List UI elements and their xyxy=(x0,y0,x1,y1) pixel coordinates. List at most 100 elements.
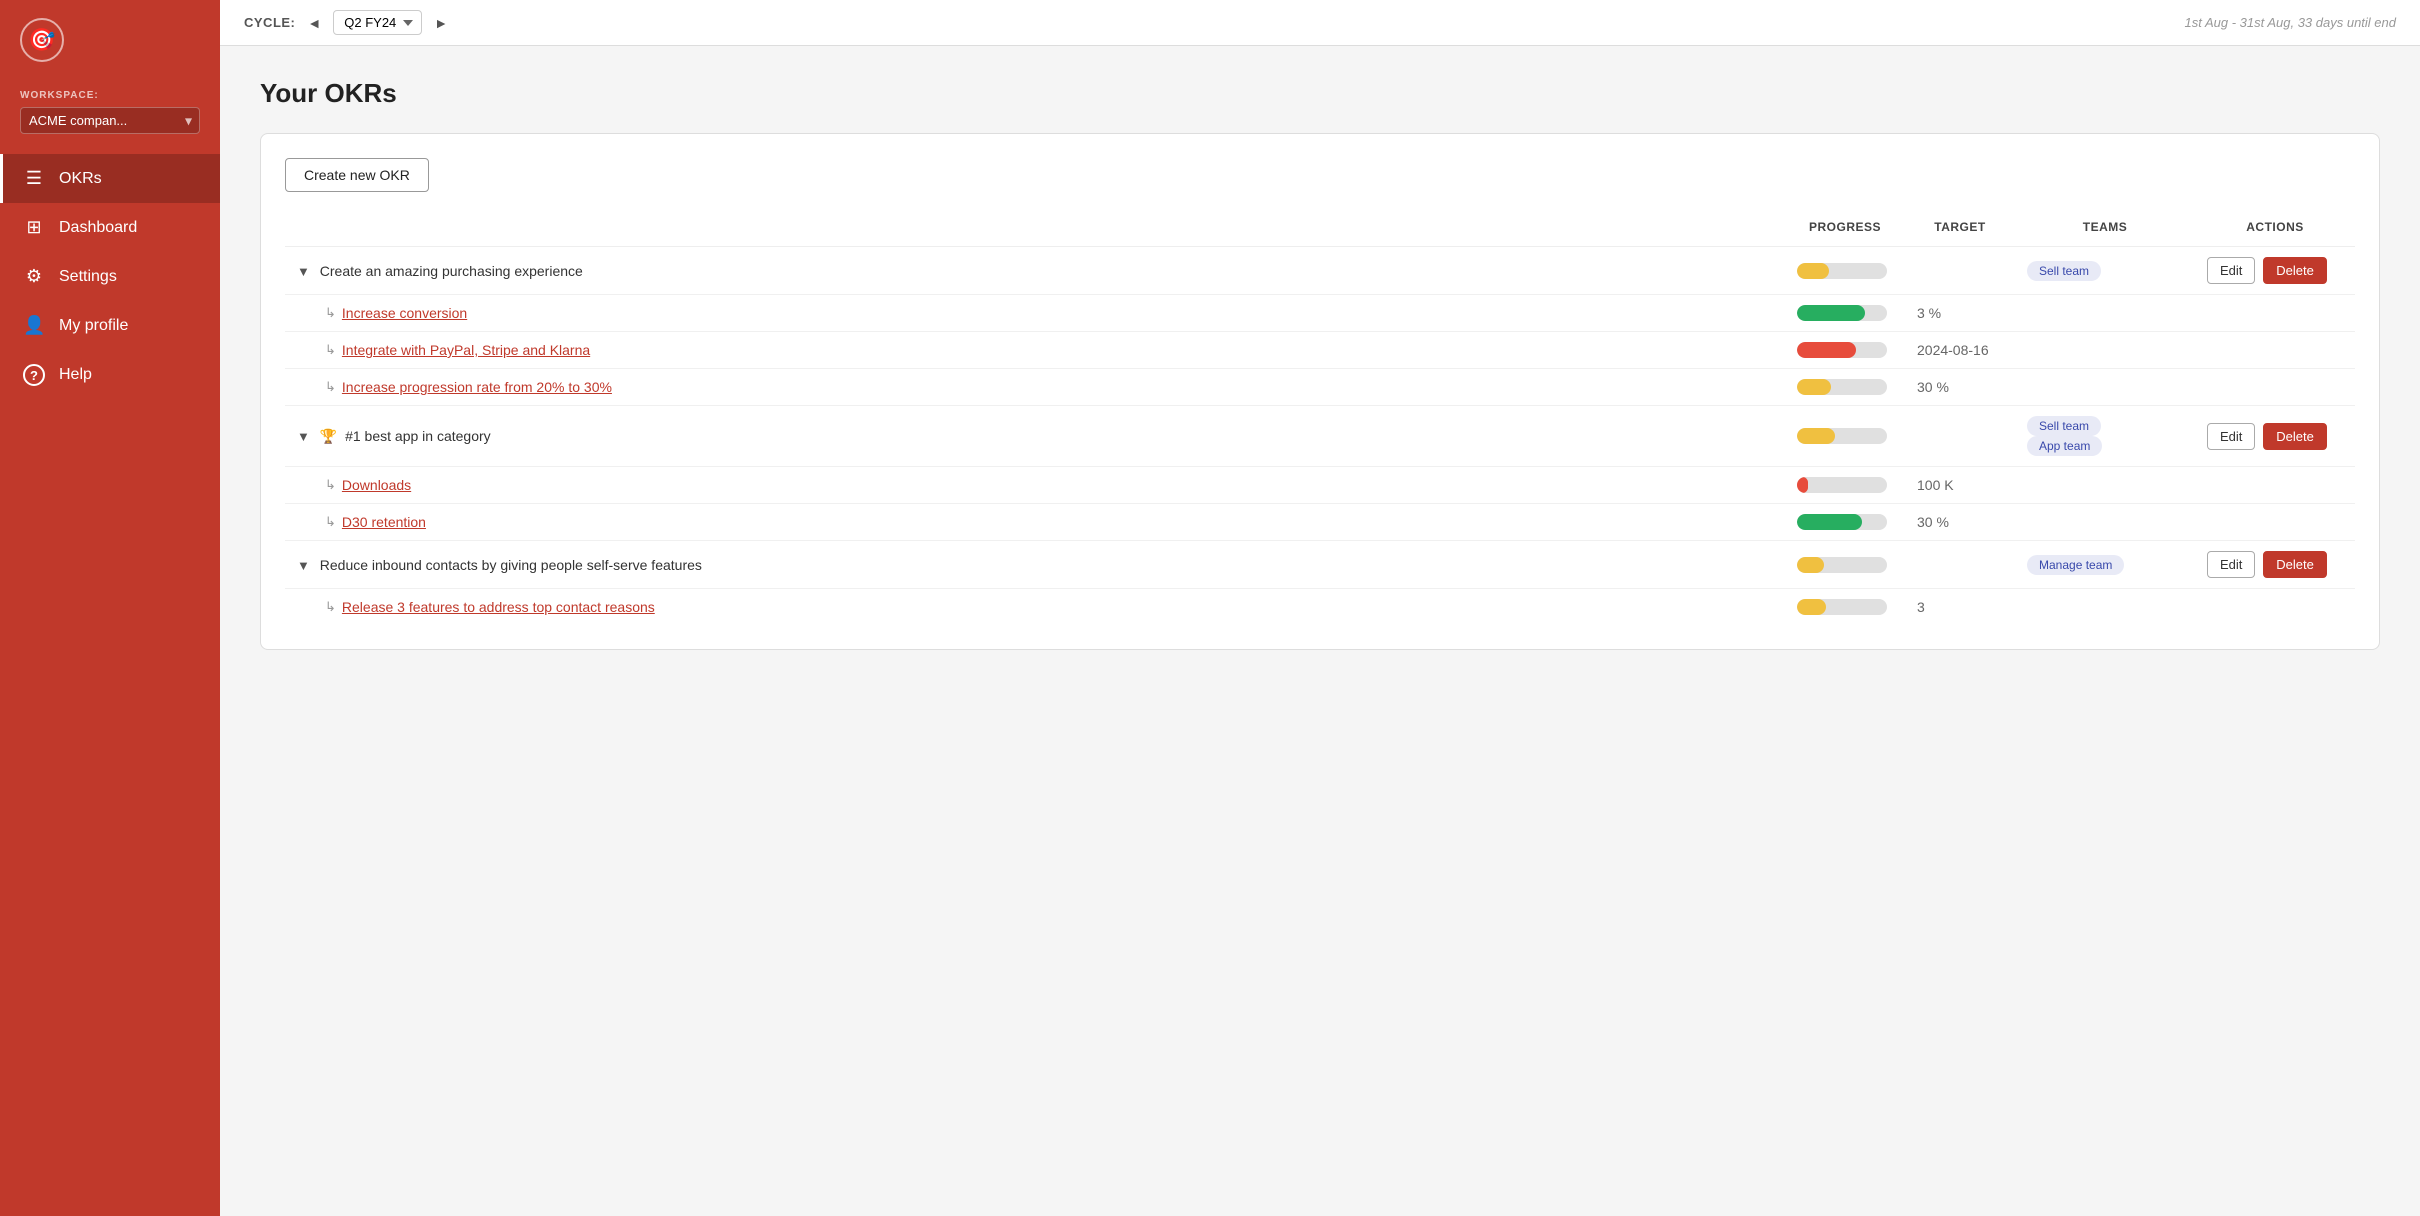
okrs-icon: ☰ xyxy=(23,168,45,189)
col-actions-header: ACTIONS xyxy=(2195,212,2355,247)
topbar: CYCLE: ◄ Q2 FY24 Q1 FY24 Q3 FY24 Q4 FY24… xyxy=(220,0,2420,46)
kr4-link[interactable]: Downloads xyxy=(342,477,411,493)
kr3-progress-fill xyxy=(1797,379,1831,395)
page-title: Your OKRs xyxy=(260,78,2380,109)
kr6-name-cell: ↳ Release 3 features to address top cont… xyxy=(285,589,1785,626)
table-row: ↳ Downloads 100 K xyxy=(285,467,2355,504)
obj3-delete-button[interactable]: Delete xyxy=(2263,551,2327,578)
kr3-link[interactable]: Increase progression rate from 20% to 30… xyxy=(342,379,612,395)
kr1-name-cell: ↳ Increase conversion xyxy=(285,295,1785,332)
sidebar-item-profile[interactable]: 👤 My profile xyxy=(0,301,220,350)
kr2-progress-fill xyxy=(1797,342,1856,358)
kr4-teams-cell xyxy=(2015,467,2195,504)
okr-table: PROGRESS TARGET TEAMS ACTIONS ▼ Create a… xyxy=(285,212,2355,625)
kr4-name-cell: ↳ Downloads xyxy=(285,467,1785,504)
logo-icon: 🎯 xyxy=(20,18,64,62)
obj2-teams-cell: Sell team App team xyxy=(2015,406,2195,467)
kr1-progress-fill xyxy=(1797,305,1865,321)
kr2-arrow-icon: ↳ xyxy=(325,342,336,358)
obj2-team-sell[interactable]: Sell team xyxy=(2027,416,2101,436)
kr1-link[interactable]: Increase conversion xyxy=(342,305,467,321)
kr6-progress-bar xyxy=(1797,599,1887,615)
obj2-actions-cell: Edit Delete xyxy=(2195,406,2355,467)
obj2-name: #1 best app in category xyxy=(345,428,491,444)
table-row: ↳ Integrate with PayPal, Stripe and Klar… xyxy=(285,332,2355,369)
sidebar-item-dashboard-label: Dashboard xyxy=(59,219,137,237)
obj2-progress-bar xyxy=(1797,428,1887,444)
cycle-prev-button[interactable]: ◄ xyxy=(303,13,325,33)
kr5-link[interactable]: D30 retention xyxy=(342,514,426,530)
kr5-arrow-icon: ↳ xyxy=(325,514,336,530)
kr1-teams-cell xyxy=(2015,295,2195,332)
obj2-delete-button[interactable]: Delete xyxy=(2263,423,2327,450)
obj1-delete-button[interactable]: Delete xyxy=(2263,257,2327,284)
kr2-actions-cell xyxy=(2195,332,2355,369)
obj1-name-cell: ▼ Create an amazing purchasing experienc… xyxy=(285,247,1785,295)
obj1-collapse-arrow[interactable]: ▼ xyxy=(297,264,310,279)
dashboard-icon: ⊞ xyxy=(23,217,45,238)
kr2-teams-cell xyxy=(2015,332,2195,369)
table-row: ▼ Reduce inbound contacts by giving peop… xyxy=(285,541,2355,589)
sidebar-item-okrs-label: OKRs xyxy=(59,170,102,188)
kr6-indent: ↳ Release 3 features to address top cont… xyxy=(297,599,1773,615)
obj2-progress-fill xyxy=(1797,428,1835,444)
kr6-progress-fill xyxy=(1797,599,1826,615)
kr1-progress-cell xyxy=(1785,295,1905,332)
obj2-collapse-arrow[interactable]: ▼ xyxy=(297,429,310,444)
kr5-target-cell: 30 % xyxy=(1905,504,2015,541)
settings-icon: ⚙ xyxy=(23,266,45,287)
kr3-target-cell: 30 % xyxy=(1905,369,2015,406)
kr4-progress-fill xyxy=(1797,477,1808,493)
obj1-edit-button[interactable]: Edit xyxy=(2207,257,2255,284)
kr4-arrow-icon: ↳ xyxy=(325,477,336,493)
sidebar-item-okrs[interactable]: ☰ OKRs xyxy=(0,154,220,203)
sidebar-item-help[interactable]: ? Help xyxy=(0,350,220,400)
obj2-team-app[interactable]: App team xyxy=(2027,436,2102,456)
obj1-progress-bar xyxy=(1797,263,1887,279)
sidebar-item-settings[interactable]: ⚙ Settings xyxy=(0,252,220,301)
kr2-name-cell: ↳ Integrate with PayPal, Stripe and Klar… xyxy=(285,332,1785,369)
obj1-team-sell[interactable]: Sell team xyxy=(2027,261,2101,281)
table-row: ↳ Release 3 features to address top cont… xyxy=(285,589,2355,626)
kr3-teams-cell xyxy=(2015,369,2195,406)
table-row: ↳ D30 retention 30 % xyxy=(285,504,2355,541)
obj3-team-manage[interactable]: Manage team xyxy=(2027,555,2124,575)
kr6-link[interactable]: Release 3 features to address top contac… xyxy=(342,599,655,615)
obj1-name: Create an amazing purchasing experience xyxy=(320,263,583,279)
obj3-collapse-arrow[interactable]: ▼ xyxy=(297,558,310,573)
kr3-actions-cell xyxy=(2195,369,2355,406)
table-row: ▼ Create an amazing purchasing experienc… xyxy=(285,247,2355,295)
cycle-next-button[interactable]: ► xyxy=(430,13,452,33)
cycle-select[interactable]: Q2 FY24 Q1 FY24 Q3 FY24 Q4 FY24 xyxy=(333,10,422,35)
obj3-progress-fill xyxy=(1797,557,1824,573)
sidebar-item-settings-label: Settings xyxy=(59,268,117,286)
table-row: ↳ Increase conversion 3 % xyxy=(285,295,2355,332)
cycle-label: CYCLE: xyxy=(244,15,295,30)
kr4-progress-bar xyxy=(1797,477,1887,493)
sidebar-item-dashboard[interactable]: ⊞ Dashboard xyxy=(0,203,220,252)
obj3-target-cell xyxy=(1905,541,2015,589)
obj3-edit-button[interactable]: Edit xyxy=(2207,551,2255,578)
create-okr-button[interactable]: Create new OKR xyxy=(285,158,429,192)
kr1-progress-bar xyxy=(1797,305,1887,321)
table-row: ▼ 🏆 #1 best app in category Sell team xyxy=(285,406,2355,467)
obj2-edit-button[interactable]: Edit xyxy=(2207,423,2255,450)
sidebar-nav: ☰ OKRs ⊞ Dashboard ⚙ Settings 👤 My profi… xyxy=(0,154,220,1216)
kr5-indent: ↳ D30 retention xyxy=(297,514,1773,530)
profile-icon: 👤 xyxy=(23,315,45,336)
workspace-select[interactable]: ACME compan... xyxy=(20,107,200,134)
kr6-target-cell: 3 xyxy=(1905,589,2015,626)
obj3-teams-cell: Manage team xyxy=(2015,541,2195,589)
kr5-teams-cell xyxy=(2015,504,2195,541)
kr4-indent: ↳ Downloads xyxy=(297,477,1773,493)
kr4-actions-cell xyxy=(2195,467,2355,504)
kr3-arrow-icon: ↳ xyxy=(325,379,336,395)
obj3-name-cell: ▼ Reduce inbound contacts by giving peop… xyxy=(285,541,1785,589)
kr4-target-cell: 100 K xyxy=(1905,467,2015,504)
obj1-teams-cell: Sell team xyxy=(2015,247,2195,295)
kr5-progress-bar xyxy=(1797,514,1887,530)
kr1-indent: ↳ Increase conversion xyxy=(297,305,1773,321)
app-logo: 🎯 xyxy=(0,0,220,80)
kr2-link[interactable]: Integrate with PayPal, Stripe and Klarna xyxy=(342,342,590,358)
okr-table-body: ▼ Create an amazing purchasing experienc… xyxy=(285,247,2355,626)
